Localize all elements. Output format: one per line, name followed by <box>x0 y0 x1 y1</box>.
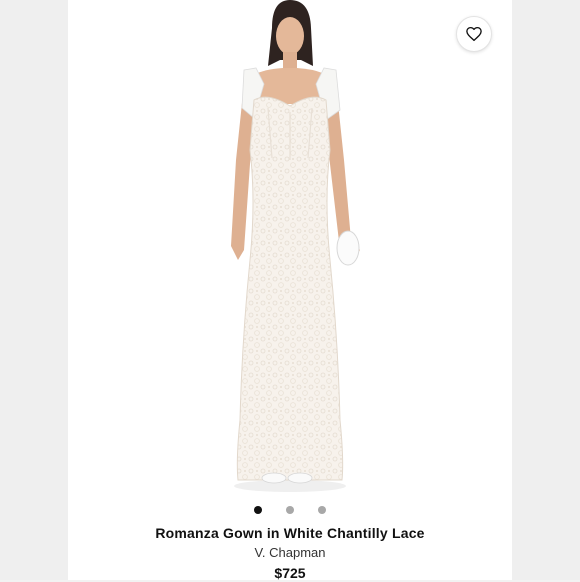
carousel-dot-3[interactable] <box>318 506 326 514</box>
product-title[interactable]: Romanza Gown in White Chantilly Lace <box>68 524 512 542</box>
carousel-dot-2[interactable] <box>286 506 294 514</box>
product-brand[interactable]: V. Chapman <box>68 544 512 562</box>
carousel-dots <box>68 504 512 516</box>
heart-icon <box>466 26 482 42</box>
carousel-dot-1[interactable] <box>254 506 262 514</box>
product-card[interactable]: Romanza Gown in White Chantilly Lace V. … <box>68 0 512 582</box>
product-photo[interactable] <box>68 0 512 496</box>
model-illustration <box>231 0 360 492</box>
product-info: Romanza Gown in White Chantilly Lace V. … <box>68 524 512 582</box>
left-background-strip <box>0 0 68 580</box>
product-price: $725 <box>274 565 306 581</box>
favorite-button[interactable] <box>456 16 492 52</box>
right-background-strip <box>512 0 580 580</box>
